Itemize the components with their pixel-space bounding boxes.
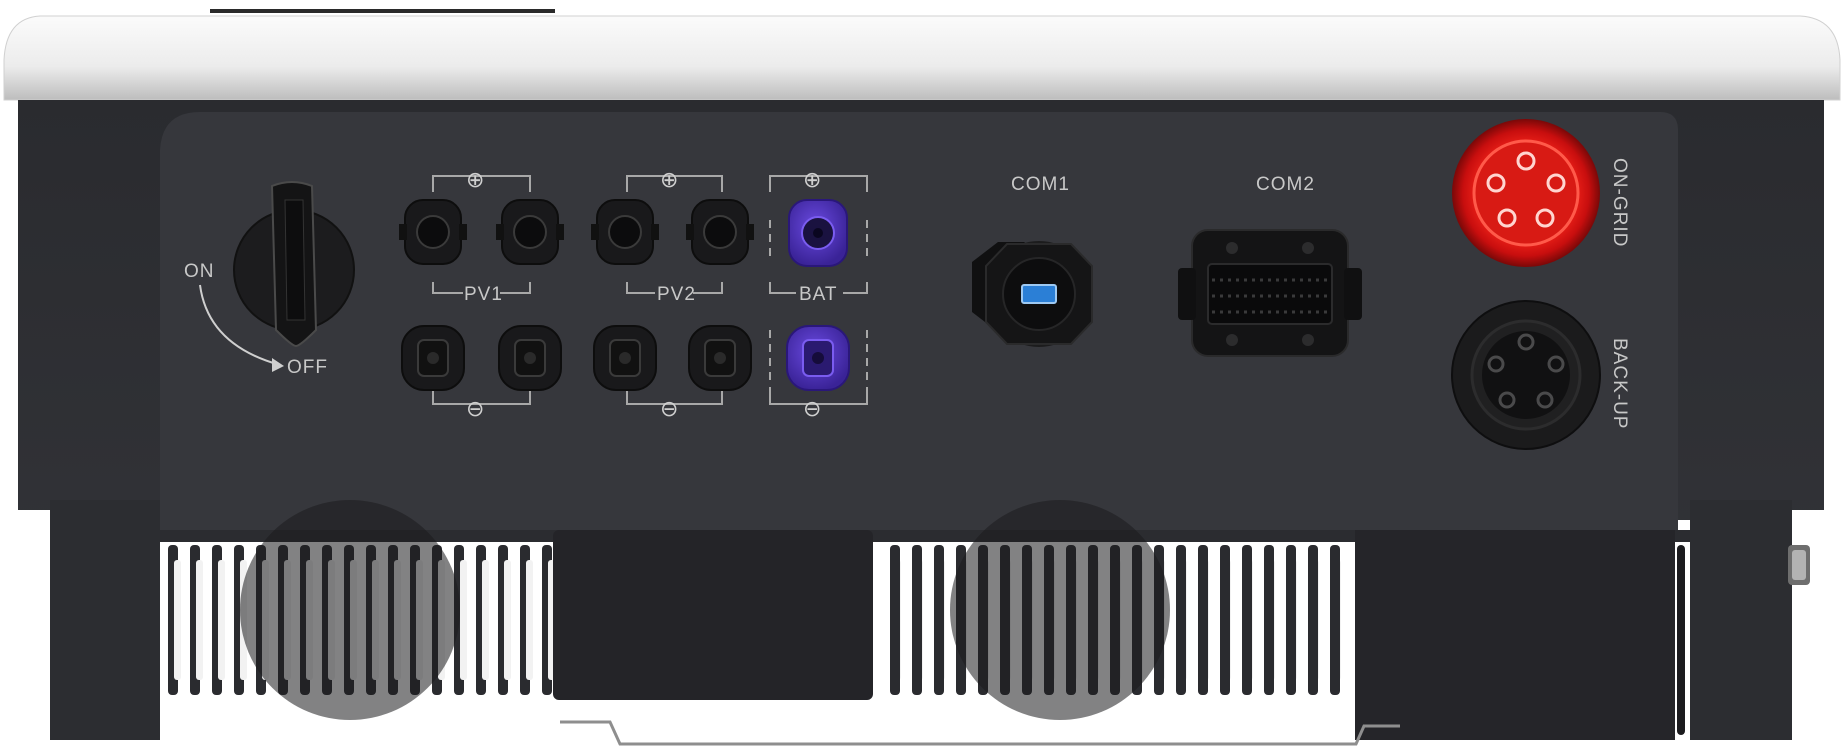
pv2-minus-icon: ⊖ xyxy=(660,397,678,422)
heatsink-fin xyxy=(1198,545,1208,695)
pv2-plus-icon: ⊕ xyxy=(660,168,678,193)
heatsink-fin xyxy=(912,545,922,695)
com2-label: COM2 xyxy=(1256,174,1315,195)
bat-plus-icon: ⊕ xyxy=(803,168,821,193)
pv2-label: PV2 xyxy=(657,284,696,305)
fan-left-icon xyxy=(240,500,460,720)
fin-gap xyxy=(218,560,225,680)
back-up-ac-connector[interactable] xyxy=(1451,300,1601,450)
right-foot xyxy=(1690,500,1792,740)
fin-gap xyxy=(174,560,181,680)
pv2-minus-connector-2[interactable] xyxy=(688,325,752,391)
connection-panel xyxy=(160,112,1678,530)
fin-gap xyxy=(504,560,511,680)
white-lid xyxy=(3,15,1841,101)
com2-multi-pin-connector[interactable] xyxy=(1178,229,1362,357)
mounting-bracket xyxy=(560,720,1400,746)
heatsink-fin xyxy=(1286,545,1296,695)
heatsink-block-left xyxy=(553,530,873,700)
pv1-minus-connector-2[interactable] xyxy=(498,325,562,391)
pv1-plus-connector-2[interactable] xyxy=(496,199,564,265)
heatsink-fin xyxy=(1220,545,1230,695)
pv2-plus-connector-1[interactable] xyxy=(591,199,659,265)
inverter-bottom-view: ON OFF ⊕ PV1 ⊖ ⊕ PV2 ⊖ ⊕ BAT ⊖ COM1 COM2… xyxy=(3,9,1841,746)
heatsink-fin xyxy=(934,545,944,695)
pv1-plus-connector-1[interactable] xyxy=(399,199,467,265)
heatsink-fin xyxy=(1242,545,1252,695)
on-grid-label: ON-GRID xyxy=(1609,158,1630,247)
heatsink-fin xyxy=(1264,545,1274,695)
heatsink-fin xyxy=(1308,545,1318,695)
switch-on-label: ON xyxy=(184,261,215,282)
bat-label: BAT xyxy=(799,284,838,305)
ground-screw-head xyxy=(1792,550,1806,580)
heatsink-fin xyxy=(890,545,900,695)
back-up-label: BACK-UP xyxy=(1609,338,1630,429)
heatsink-block-right xyxy=(1355,530,1675,740)
left-foot xyxy=(50,500,160,740)
pv1-minus-connector-1[interactable] xyxy=(401,325,465,391)
pv2-minus-connector-1[interactable] xyxy=(593,325,657,391)
fin-gap xyxy=(482,560,489,680)
bat-minus-connector[interactable] xyxy=(786,325,850,391)
bat-plus-connector[interactable] xyxy=(788,199,848,267)
pv1-plus-icon: ⊕ xyxy=(466,168,484,193)
pv1-minus-icon: ⊖ xyxy=(466,397,484,422)
bracket-strip xyxy=(210,9,555,13)
com1-label: COM1 xyxy=(1011,174,1070,195)
fin-gap xyxy=(196,560,203,680)
heatsink-fin xyxy=(1677,545,1685,735)
bat-minus-icon: ⊖ xyxy=(803,397,821,422)
fin-gap xyxy=(460,560,467,680)
fin-gap xyxy=(526,560,533,680)
heatsink-fin xyxy=(1330,545,1340,695)
pv1-label: PV1 xyxy=(464,284,503,305)
on-grid-ac-connector[interactable] xyxy=(1452,119,1600,267)
switch-off-label: OFF xyxy=(287,357,328,378)
fan-right-icon xyxy=(950,500,1170,720)
heatsink-fin xyxy=(1176,545,1186,695)
pv2-plus-connector-2[interactable] xyxy=(686,199,754,265)
